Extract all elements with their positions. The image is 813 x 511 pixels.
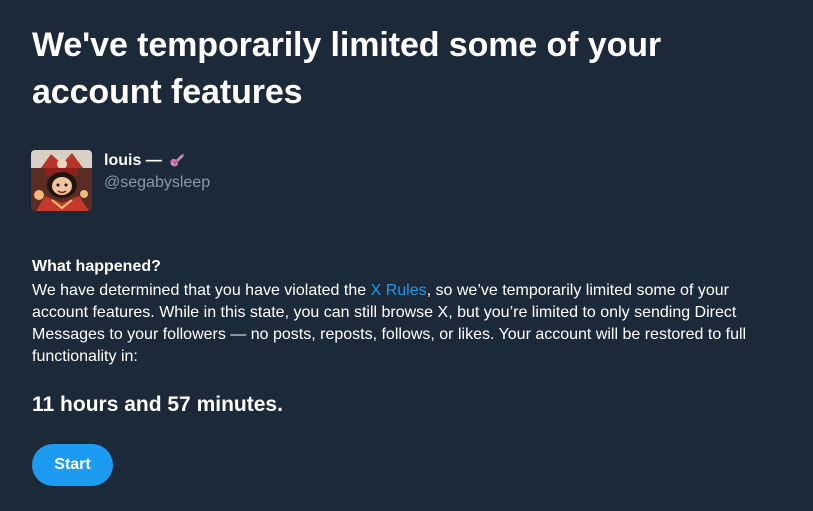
x-rules-link[interactable]: X Rules	[371, 282, 427, 299]
avatar-image	[31, 150, 92, 211]
notice-body: We have determined that you have violate…	[32, 280, 772, 368]
section-heading: What happened?	[32, 258, 161, 275]
profile-card: louis — @segabysleep	[31, 150, 210, 211]
avatar	[31, 150, 92, 211]
display-name: louis —	[104, 152, 162, 169]
notice-text-before-link: We have determined that you have violate…	[32, 282, 371, 299]
page-title: We've temporarily limited some of your a…	[32, 26, 662, 111]
guitar-icon	[168, 152, 186, 170]
display-name-row: louis —	[104, 151, 210, 170]
restriction-countdown: 11 hours and 57 minutes.	[32, 393, 283, 416]
start-button[interactable]: Start	[32, 444, 113, 486]
profile-text: louis — @segabysleep	[104, 150, 210, 193]
handle: @segabysleep	[104, 174, 211, 191]
restriction-page: We've temporarily limited some of your a…	[0, 0, 813, 511]
